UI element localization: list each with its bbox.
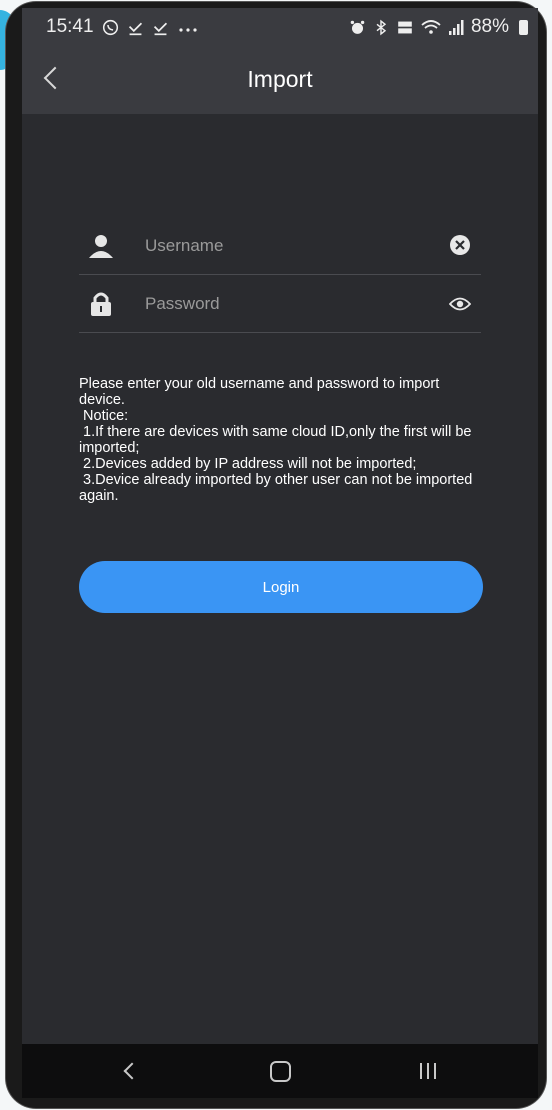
status-left: 15:41	[46, 16, 199, 38]
phone-frame: 15:41 88% Import Username Please enter y…	[0, 0, 552, 1110]
system-nav-bar	[22, 1044, 538, 1098]
whatsapp-icon	[102, 19, 118, 35]
battery-icon	[519, 19, 528, 35]
import-notice: Please enter your old username and passw…	[79, 376, 473, 504]
username-input[interactable]	[143, 228, 437, 264]
status-time: 15:41	[46, 16, 94, 37]
chevron-left-icon	[123, 1062, 141, 1080]
bluetooth-icon	[376, 19, 387, 35]
nav-recents-button[interactable]	[398, 1044, 458, 1098]
alarm-icon	[350, 20, 365, 34]
status-right: 88%	[349, 16, 528, 38]
password-row	[79, 276, 481, 333]
page-title: Import	[247, 66, 313, 92]
more-dots-icon	[178, 27, 197, 32]
eye-icon[interactable]	[449, 295, 471, 313]
volte-icon	[398, 21, 412, 33]
app-screen: 15:41 88% Import Username Please enter y…	[22, 8, 538, 1098]
status-bar: 15:41 88%	[22, 8, 538, 44]
download-done-icon	[128, 22, 142, 35]
nav-back-button[interactable]	[100, 1044, 160, 1098]
nav-home-button[interactable]	[250, 1044, 310, 1098]
username-row	[79, 218, 481, 275]
clear-icon[interactable]	[449, 234, 471, 256]
battery-percent: 88%	[470, 16, 509, 37]
user-icon	[89, 235, 113, 258]
login-button[interactable]: Login	[79, 561, 483, 613]
wifi-icon	[421, 19, 441, 34]
home-icon	[269, 1060, 291, 1082]
recents-icon	[420, 1063, 436, 1079]
app-bar: Import	[22, 44, 538, 114]
password-input[interactable]	[143, 286, 437, 322]
signal-icon	[448, 19, 464, 35]
lock-icon	[91, 292, 111, 316]
download-done-icon	[153, 22, 167, 35]
